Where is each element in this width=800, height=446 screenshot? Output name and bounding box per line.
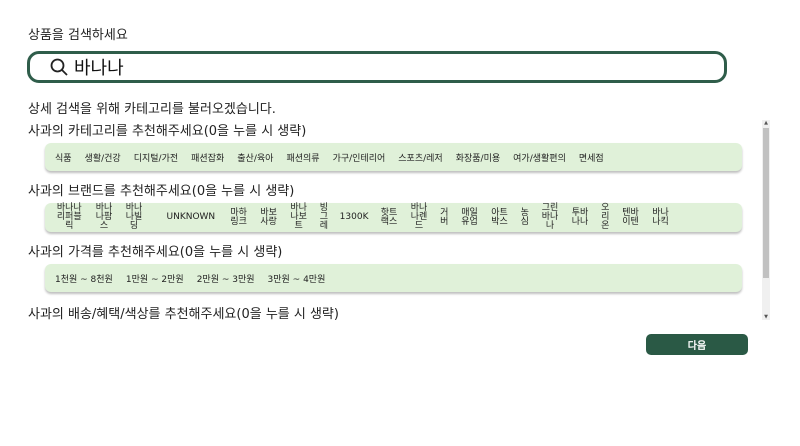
category-option[interactable]: 디지털/가전 xyxy=(134,151,178,164)
brand-option[interactable]: 바나나팜스 xyxy=(95,204,114,231)
category-option[interactable]: 생활/건강 xyxy=(85,151,121,164)
search-icon xyxy=(50,58,68,76)
brand-option[interactable]: UNKNOWN xyxy=(167,213,216,222)
brand-option[interactable]: 그린바나나 xyxy=(540,204,559,231)
info-text: 상세 검색을 위해 카테고리를 불러오겠습니다. xyxy=(28,102,276,117)
price-option[interactable]: 2만원 ~ 3만원 xyxy=(197,272,255,285)
brand-option[interactable]: 바나나빌딩 xyxy=(125,204,144,231)
brand-option[interactable]: 투바나나 xyxy=(570,208,589,227)
brand-option[interactable]: 바나나킥 xyxy=(651,208,670,227)
price-options: 1천원 ~ 8천원 1만원 ~ 2만원 2만원 ~ 3만원 3만원 ~ 4만원 xyxy=(45,264,742,292)
brand-option[interactable]: 마하링크 xyxy=(229,208,248,227)
brand-option[interactable]: 바나나보트 xyxy=(289,204,308,231)
scrollbar-thumb[interactable] xyxy=(763,128,769,278)
scroll-down-icon[interactable]: ▼ xyxy=(762,314,770,320)
category-option[interactable]: 패션의류 xyxy=(286,151,319,164)
recommendation-scroll-area[interactable]: 사과의 카테고리를 추천해주세요(0을 누를 시 생략) 식품 생활/건강 디지털/… xyxy=(28,118,770,322)
category-option[interactable]: 스포츠/레저 xyxy=(398,151,442,164)
category-options: 식품 생활/건강 디지털/가전 패션잡화 출산/육아 패션의류 가구/인테리어 스포츠/레저 화… xyxy=(45,143,742,171)
search-input[interactable] xyxy=(74,56,674,78)
brand-option[interactable]: 바나나리퍼블릭 xyxy=(55,204,84,231)
price-heading: 사과의 가격를 추천해주세요(0을 누를 시 생략) xyxy=(28,245,283,260)
brand-options: 바나나리퍼블릭 바나나팜스 바나나빌딩 UNKNOWN 마하링크 바보사랑 바나나보트 빙그레… xyxy=(45,203,742,232)
brand-option[interactable]: 바보사랑 xyxy=(259,208,278,227)
scroll-up-icon[interactable]: ▲ xyxy=(762,120,770,126)
brand-heading: 사과의 브랜드를 추천해주세요(0을 누를 시 생략) xyxy=(28,184,295,199)
brand-option[interactable]: 거버 xyxy=(439,208,449,227)
category-option[interactable]: 여가/생활편의 xyxy=(513,151,566,164)
scrollbar[interactable]: ▲ ▼ xyxy=(762,120,770,320)
search-box[interactable] xyxy=(27,51,727,83)
price-option[interactable]: 1천원 ~ 8천원 xyxy=(55,272,113,285)
brand-option[interactable]: 1300K xyxy=(340,213,369,222)
brand-option[interactable]: 오리온 xyxy=(600,204,610,231)
category-option[interactable]: 식품 xyxy=(55,151,72,164)
page-title: 상품을 검색하세요 xyxy=(28,28,128,43)
next-button[interactable]: 다음 xyxy=(646,334,748,355)
brand-option[interactable]: 텐바이텐 xyxy=(621,208,640,227)
brand-option[interactable]: 매일유업 xyxy=(460,208,479,227)
category-option[interactable]: 출산/육아 xyxy=(237,151,273,164)
category-heading: 사과의 카테고리를 추천해주세요(0을 누를 시 생략) xyxy=(28,124,307,139)
category-option[interactable]: 가구/인테리어 xyxy=(333,151,386,164)
delivery-heading: 사과의 배송/혜택/색상를 추천해주세요(0을 누를 시 생략) xyxy=(28,307,339,322)
category-option[interactable]: 화장품/미용 xyxy=(456,151,500,164)
category-option[interactable]: 패션잡화 xyxy=(191,151,224,164)
brand-option[interactable]: 빙그레 xyxy=(319,204,329,231)
brand-option[interactable]: 농심 xyxy=(520,208,530,227)
price-option[interactable]: 3만원 ~ 4만원 xyxy=(268,272,326,285)
brand-option[interactable]: 아트박스 xyxy=(490,208,509,227)
brand-option[interactable]: 바나나렌드 xyxy=(409,204,428,231)
category-option[interactable]: 면세점 xyxy=(579,151,604,164)
brand-option[interactable]: 핫트랙스 xyxy=(379,208,398,227)
price-option[interactable]: 1만원 ~ 2만원 xyxy=(126,272,184,285)
